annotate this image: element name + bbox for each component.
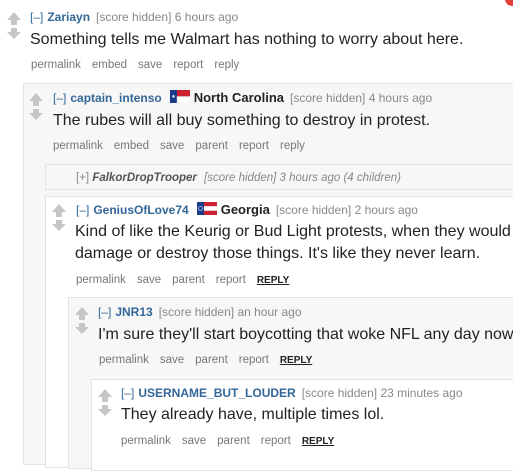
comment-buttons: permalink embed save report reply	[31, 58, 250, 72]
reply-button[interactable]: reply	[214, 59, 239, 71]
report-button[interactable]: report	[261, 435, 291, 447]
reply-button[interactable]: REPLY	[257, 275, 289, 286]
score-hidden: [score hidden]	[290, 91, 366, 106]
author-link[interactable]: Zariayn	[47, 10, 90, 24]
comment-body: Something tells me Walmart has nothing t…	[30, 31, 464, 48]
upvote-arrow-icon[interactable]	[7, 12, 21, 25]
timestamp: 4 hours ago	[368, 91, 433, 106]
author-link[interactable]: captain_intenso	[70, 91, 161, 105]
comment-body: They already have, multiple times lol.	[121, 406, 385, 423]
score-hidden: [score hidden]	[96, 10, 172, 24]
upvote-arrow-icon[interactable]	[75, 307, 89, 320]
reply-button[interactable]: REPLY	[302, 436, 334, 447]
embed-button[interactable]: embed	[92, 59, 127, 71]
comment-tagline: [–] Zariayn [score hidden] 6 hours ago	[30, 10, 238, 24]
reply-button[interactable]: REPLY	[280, 355, 312, 366]
comment-body-line2: damage or destroy those things. It's lik…	[75, 245, 481, 262]
author-link[interactable]: JNR13	[115, 305, 152, 319]
permalink-button[interactable]: permalink	[99, 354, 149, 366]
report-button[interactable]: report	[239, 140, 269, 152]
upvote-arrow-icon[interactable]	[98, 389, 112, 402]
report-button[interactable]: report	[216, 274, 246, 286]
comment-buttons: permalink save parent report REPLY	[99, 353, 323, 368]
collapse-toggle[interactable]: [–]	[53, 91, 66, 105]
embed-button[interactable]: embed	[114, 140, 149, 152]
comment-tagline: [–] GeniusOfLove74 Georgia [score hidden] 2…	[76, 202, 418, 219]
collapse-toggle[interactable]: [–]	[121, 386, 134, 400]
user-flair: North Carolina	[193, 90, 284, 106]
notification-dot-icon	[505, 0, 513, 6]
comment-body: I'm sure they'll start boycotting that w…	[98, 326, 513, 343]
author-link[interactable]: FalkorDropTrooper	[92, 172, 197, 184]
svg-text:★: ★	[171, 94, 176, 100]
score-hidden: [score hidden]	[275, 203, 352, 218]
timestamp: 6 hours ago	[174, 10, 239, 24]
comment-buttons: permalink embed save parent report reply	[53, 139, 316, 153]
georgia-flag-icon	[196, 202, 217, 218]
downvote-arrow-icon[interactable]	[7, 28, 21, 39]
collapse-toggle[interactable]: [–]	[30, 10, 43, 24]
reply-button[interactable]: reply	[280, 140, 305, 152]
report-button[interactable]: report	[239, 354, 269, 366]
parent-button[interactable]: parent	[217, 435, 250, 447]
permalink-button[interactable]: permalink	[121, 435, 171, 447]
permalink-button[interactable]: permalink	[53, 140, 103, 152]
comment-buttons: permalink save parent report REPLY	[121, 434, 345, 449]
vote-arrows	[52, 204, 66, 231]
parent-button[interactable]: parent	[195, 140, 228, 152]
collapsed-meta: 3 hours ago (4 children)	[279, 172, 402, 184]
collapse-toggle[interactable]: [–]	[98, 305, 111, 319]
comment-body-line1: Kind of like the Keurig or Bud Light pro…	[75, 223, 511, 240]
upvote-arrow-icon[interactable]	[29, 93, 43, 106]
score-hidden: [score hidden]	[204, 172, 277, 184]
save-button[interactable]: save	[160, 140, 184, 152]
downvote-arrow-icon[interactable]	[75, 323, 89, 334]
comment-body: The rubes will all buy something to dest…	[53, 112, 431, 129]
comment-buttons: permalink save parent report REPLY	[76, 273, 300, 288]
vote-arrows	[75, 307, 89, 334]
save-button[interactable]: save	[160, 354, 184, 366]
save-button[interactable]: save	[138, 59, 162, 71]
timestamp: 2 hours ago	[354, 203, 418, 218]
save-button[interactable]: save	[137, 274, 161, 286]
downvote-arrow-icon[interactable]	[98, 405, 112, 416]
author-link[interactable]: USERNAME_BUT_LOUDER	[138, 386, 295, 400]
collapse-toggle[interactable]: [–]	[76, 203, 89, 217]
collapsed-comment: [+] FalkorDropTrooper [score hidden] 3 h…	[76, 172, 401, 184]
comment-tagline: [–] captain_intenso ★ North Carolina [score …	[53, 90, 433, 107]
vote-arrows	[29, 93, 43, 120]
report-button[interactable]: report	[173, 59, 203, 71]
vote-arrows	[98, 389, 112, 416]
permalink-button[interactable]: permalink	[31, 59, 81, 71]
upvote-arrow-icon[interactable]	[52, 204, 66, 217]
parent-button[interactable]: parent	[195, 354, 228, 366]
save-button[interactable]: save	[182, 435, 206, 447]
parent-button[interactable]: parent	[172, 274, 205, 286]
timestamp: an hour ago	[237, 305, 302, 319]
score-hidden: [score hidden]	[301, 386, 378, 400]
north-carolina-flag-icon: ★	[169, 90, 190, 106]
permalink-button[interactable]: permalink	[76, 274, 126, 286]
expand-toggle[interactable]: [+]	[76, 172, 89, 184]
downvote-arrow-icon[interactable]	[52, 220, 66, 231]
comment-tagline: [–] USERNAME_BUT_LOUDER [score hidden] 23 …	[121, 386, 463, 400]
comment-tagline: [–] JNR13 [score hidden] an hour ago	[98, 305, 302, 319]
user-flair: Georgia	[220, 202, 270, 218]
vote-arrows	[7, 12, 21, 39]
timestamp: 23 minutes ago	[380, 386, 463, 400]
author-link[interactable]: GeniusOfLove74	[93, 203, 188, 217]
score-hidden: [score hidden]	[158, 305, 235, 319]
downvote-arrow-icon[interactable]	[29, 109, 43, 120]
